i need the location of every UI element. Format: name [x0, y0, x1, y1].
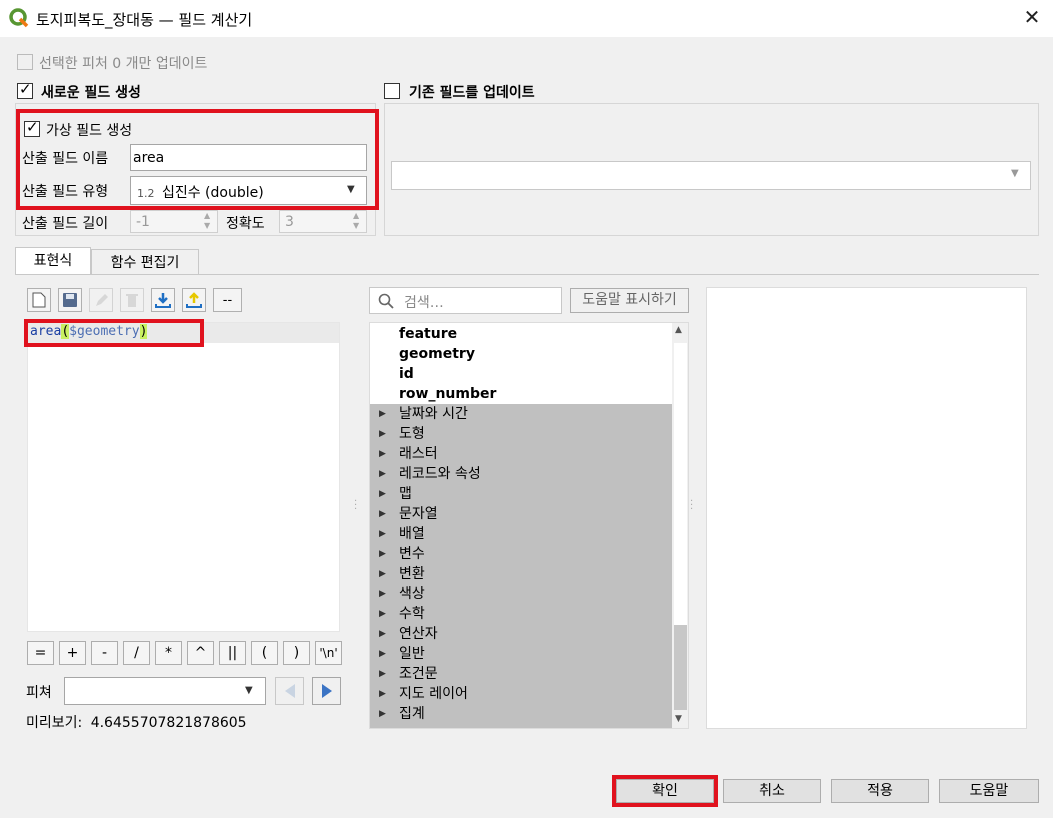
operator-plus-button[interactable]: +	[59, 641, 86, 665]
preview-value: 4.6455707821878605	[90, 715, 247, 731]
feature-label: 피쳐	[26, 685, 52, 701]
comment-toggle-icon[interactable]: --	[213, 288, 242, 312]
operator-minus-button[interactable]: -	[91, 641, 118, 665]
apply-button[interactable]: 적용	[831, 779, 929, 803]
show-help-button[interactable]: 도움말 표시하기	[570, 288, 689, 313]
tree-group-general[interactable]: ▶ 일반	[370, 644, 672, 664]
tree-group-map[interactable]: ▶ 맵	[370, 484, 672, 504]
scroll-thumb[interactable]	[674, 625, 687, 710]
operator-close-paren-button[interactable]: )	[283, 641, 310, 665]
preview-label: 미리보기:	[26, 715, 83, 731]
tree-field-row-number[interactable]: row_number	[370, 384, 672, 404]
create-new-field-label: 새로운 필드 생성	[41, 85, 141, 101]
window-title: 토지피복도_장대동 — 필드 계산기	[36, 11, 253, 29]
search-placeholder: 검색…	[404, 295, 444, 311]
new-file-icon[interactable]	[27, 288, 51, 312]
scroll-down-icon[interactable]: ▼	[675, 714, 682, 724]
splitter-handle[interactable]: · · ·	[354, 497, 357, 515]
tree-field-feature[interactable]: feature	[370, 324, 672, 344]
feature-select[interactable]	[64, 677, 266, 705]
chevron-down-icon: ▼	[245, 685, 253, 696]
search-icon	[378, 293, 394, 309]
function-tree[interactable]: feature geometry id row_number ▶ 날짜와 시간 ▶…	[369, 322, 689, 729]
update-selected-checkbox[interactable]	[17, 54, 33, 70]
previous-feature-button[interactable]	[275, 677, 304, 705]
tree-group-aggregates[interactable]: ▶ 집계	[370, 704, 672, 724]
tree-group-color[interactable]: ▶ 색상	[370, 584, 672, 604]
tree-groups: ▶ 날짜와 시간 ▶ 도형 ▶ 래스터 ▶ 레코드와 속성 ▶ 맵 ▶ 문자열 ▶ 배열 ▶ 변…	[370, 404, 672, 728]
qgis-logo-icon	[9, 8, 29, 28]
preview-row: 미리보기: 4.6455707821878605	[26, 712, 247, 732]
highlight-ok-button	[612, 775, 718, 807]
cancel-button[interactable]: 취소	[723, 779, 821, 803]
tree-field-id[interactable]: id	[370, 364, 672, 384]
scroll-track	[674, 343, 687, 625]
tree-group-conditionals[interactable]: ▶ 조건문	[370, 664, 672, 684]
tree-group-operators[interactable]: ▶ 연산자	[370, 624, 672, 644]
field-length-label: 산출 필드 길이	[22, 216, 109, 232]
edit-icon[interactable]	[89, 288, 113, 312]
update-existing-checkbox[interactable]	[384, 83, 400, 99]
splitter-handle[interactable]: · · ·	[690, 497, 693, 515]
spin-arrows-icon: ▲ ▼	[204, 211, 211, 230]
field-length-value: -1	[136, 214, 150, 230]
operator-equals-button[interactable]: =	[27, 641, 54, 665]
spin-arrows-icon: ▲ ▼	[353, 211, 360, 230]
expression-toolbar: --	[27, 288, 242, 312]
tree-group-array[interactable]: ▶ 배열	[370, 524, 672, 544]
save-icon[interactable]	[58, 288, 82, 312]
next-feature-button[interactable]	[312, 677, 341, 705]
tree-group-record[interactable]: ▶ 레코드와 속성	[370, 464, 672, 484]
expression-editor[interactable]: area($geometry)	[27, 322, 340, 632]
tree-group-conversions[interactable]: ▶ 변환	[370, 564, 672, 584]
export-icon[interactable]	[182, 288, 206, 312]
arrow-right-icon	[321, 684, 332, 698]
precision-value: 3	[285, 214, 294, 230]
create-new-field-checkbox[interactable]: ✓	[17, 80, 33, 99]
arrow-left-icon	[284, 684, 295, 698]
tree-group-raster[interactable]: ▶ 래스터	[370, 444, 672, 464]
operator-power-button[interactable]: ^	[187, 641, 214, 665]
tree-field-geometry[interactable]: geometry	[370, 344, 672, 364]
tree-group-math[interactable]: ▶ 수학	[370, 604, 672, 624]
tab-expression[interactable]: 표현식	[15, 247, 91, 275]
tree-group-string[interactable]: ▶ 문자열	[370, 504, 672, 524]
tree-group-map-layers[interactable]: ▶ 지도 레이어	[370, 684, 672, 704]
tree-group-variables[interactable]: ▶ 변수	[370, 544, 672, 564]
update-existing-label: 기존 필드를 업데이트	[409, 85, 535, 101]
import-icon[interactable]	[151, 288, 175, 312]
delete-icon[interactable]	[120, 288, 144, 312]
function-search-input[interactable]: 검색…	[369, 287, 562, 314]
highlight-field-options	[16, 109, 379, 210]
precision-label: 정확도	[226, 216, 265, 232]
chevron-down-icon: ▼	[1011, 168, 1019, 179]
operator-concat-button[interactable]: ||	[219, 641, 246, 665]
tree-scrollbar[interactable]: ▲ ▼	[672, 323, 688, 728]
scroll-up-icon[interactable]: ▲	[675, 325, 682, 335]
operator-open-paren-button[interactable]: (	[251, 641, 278, 665]
tab-function-editor[interactable]: 함수 편집기	[91, 249, 199, 275]
operator-multiply-button[interactable]: *	[155, 641, 182, 665]
tree-group-partial	[370, 724, 672, 728]
tab-divider	[15, 274, 1039, 275]
close-icon[interactable]: ✕	[1020, 5, 1044, 29]
operator-newline-button[interactable]: '\n'	[315, 641, 342, 665]
help-button[interactable]: 도움말	[939, 779, 1039, 803]
help-panel	[706, 287, 1027, 729]
tree-list: feature geometry id row_number ▶ 날짜와 시간 ▶…	[370, 324, 672, 728]
existing-field-select[interactable]	[391, 161, 1031, 190]
tree-group-datetime[interactable]: ▶ 날짜와 시간	[370, 404, 672, 424]
tree-group-geometry[interactable]: ▶ 도형	[370, 424, 672, 444]
operator-buttons: = + - / * ^ || ( ) '\n'	[27, 641, 342, 665]
highlight-expression	[24, 319, 204, 347]
operator-divide-button[interactable]: /	[123, 641, 150, 665]
update-selected-label: 선택한 피처 0 개만 업데이트	[39, 56, 208, 72]
